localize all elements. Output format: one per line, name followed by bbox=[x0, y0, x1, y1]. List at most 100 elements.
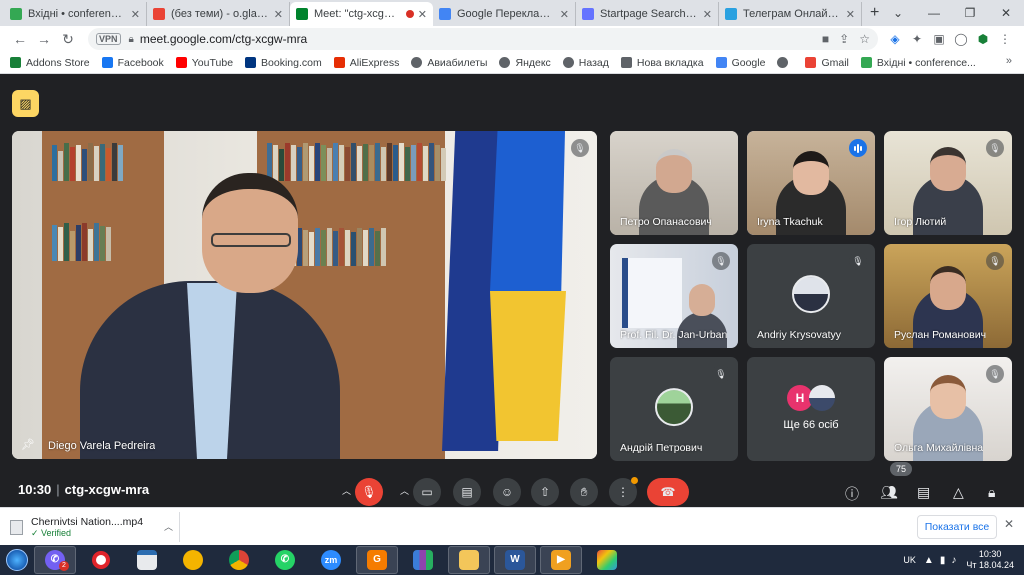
bookmark-inbox-conference[interactable]: Вхідні • conference... bbox=[860, 57, 976, 69]
close-icon[interactable]: ✕ bbox=[1004, 517, 1014, 531]
camera-icon[interactable]: ■ bbox=[822, 32, 829, 46]
bookmark-google[interactable]: Google bbox=[715, 57, 765, 69]
download-item[interactable]: Chernivtsi Nation....mp4 ✓ Verified ︿ bbox=[10, 512, 180, 542]
chat-icon[interactable]: ▤ bbox=[917, 484, 930, 501]
tab-meet[interactable]: Meet: "ctg-xcgw-m ✕ bbox=[290, 2, 433, 26]
clock[interactable]: 10:30 Чт 18.04.24 bbox=[966, 549, 1014, 571]
meeting-details-icon[interactable]: ⓘ bbox=[845, 484, 859, 504]
menu-kebab-icon[interactable]: ⋮ bbox=[994, 32, 1016, 46]
taskbar-browser[interactable] bbox=[172, 546, 214, 574]
gmail-icon bbox=[153, 8, 165, 20]
taskbar-winrar[interactable] bbox=[402, 546, 444, 574]
close-window-button[interactable]: ✕ bbox=[988, 6, 1024, 20]
adblock-icon[interactable]: ⬢ bbox=[972, 32, 994, 46]
bookmark-gmail[interactable]: Gmail bbox=[805, 57, 849, 69]
back-icon[interactable]: ← bbox=[8, 31, 32, 47]
tab-gmail-draft[interactable]: (без теми) - o.gladchuk ✕ bbox=[147, 2, 290, 26]
sidepanel-icon[interactable]: ▣ bbox=[928, 32, 950, 46]
taskbar-word[interactable]: W bbox=[494, 546, 536, 574]
taskbar-file-explorer[interactable] bbox=[448, 546, 490, 574]
bookmark-aviabilety[interactable]: Авиабилеты bbox=[411, 57, 487, 69]
extensions-puzzle-icon[interactable]: ✦ bbox=[906, 32, 928, 46]
participant-tile[interactable]: Ольга Михайлівна 🎙︎ bbox=[884, 357, 1012, 461]
tab-gmail-inbox[interactable]: Вхідні • conference_find ✕ bbox=[4, 2, 147, 26]
captions-button[interactable]: ▤ bbox=[453, 478, 481, 506]
leave-call-button[interactable]: ☎︎ bbox=[647, 478, 689, 506]
participant-tile[interactable]: Андрій Петрович 🎙︎ bbox=[610, 357, 738, 461]
forward-icon[interactable]: → bbox=[32, 31, 56, 47]
profile-icon[interactable]: ◯ bbox=[950, 32, 972, 46]
bookmark-globe[interactable] bbox=[777, 57, 793, 68]
bookmark-aliexpress[interactable]: AliExpress bbox=[333, 57, 399, 69]
more-participants-tile[interactable]: Н Ще 66 осіб bbox=[747, 357, 875, 461]
bookmark-addons[interactable]: Addons Store bbox=[10, 57, 90, 69]
vpn-badge[interactable]: VPN bbox=[96, 33, 121, 45]
maximize-button[interactable]: ❐ bbox=[952, 6, 988, 20]
close-icon[interactable]: ✕ bbox=[274, 8, 283, 21]
taskbar-foxit-pdf[interactable]: G bbox=[356, 546, 398, 574]
taskbar-chrome[interactable] bbox=[218, 546, 260, 574]
volume-icon[interactable]: ♪ bbox=[951, 555, 956, 566]
globe-icon bbox=[777, 57, 789, 68]
host-controls-icon[interactable]: 🔒︎ bbox=[988, 484, 995, 501]
emoji-reaction-button[interactable]: ☺ bbox=[493, 478, 521, 506]
extension-shield-icon[interactable]: ◈ bbox=[884, 32, 906, 46]
address-url[interactable]: meet.google.com/ctg-xcgw-mra bbox=[140, 32, 822, 46]
taskbar-paint[interactable] bbox=[586, 546, 628, 574]
close-icon[interactable]: ✕ bbox=[131, 8, 140, 21]
camera-options-chevron-icon[interactable]: ︿ bbox=[400, 484, 409, 497]
participant-tile-speaking[interactable]: Iryna Tkachuk bbox=[747, 131, 875, 235]
activities-icon[interactable]: △ bbox=[953, 484, 964, 501]
google-icon bbox=[805, 57, 817, 68]
raise-hand-button[interactable]: ✋︎ bbox=[570, 478, 598, 506]
main-video-tile[interactable]: 📌︎ Diego Varela Pedreira 🎙︎ bbox=[12, 131, 597, 459]
bookmark-youtube[interactable]: YouTube bbox=[175, 57, 233, 69]
bookmark-facebook[interactable]: Facebook bbox=[101, 57, 164, 69]
minimize-button[interactable]: — bbox=[916, 6, 952, 20]
tab-search-icon[interactable]: ⌄ bbox=[880, 6, 916, 20]
tray-arrow-icon[interactable]: ▲ bbox=[924, 555, 934, 566]
close-icon[interactable]: ✕ bbox=[703, 8, 712, 21]
address-bar[interactable]: VPN 🔒︎ meet.google.com/ctg-xcgw-mra ■ ⇪ … bbox=[88, 28, 878, 50]
bookmarks-overflow-icon[interactable]: » bbox=[1006, 55, 1012, 67]
lock-icon[interactable]: 🔒︎ bbox=[129, 34, 134, 45]
bookmark-yandex[interactable]: Яндекс bbox=[499, 57, 551, 69]
tab-translate[interactable]: Google Перекладач ✕ bbox=[433, 2, 576, 26]
taskbar-explorer-window[interactable] bbox=[126, 546, 168, 574]
captions-off-icon[interactable]: ▨ bbox=[12, 90, 39, 117]
taskbar-media-player[interactable]: ▶ bbox=[540, 546, 582, 574]
chevron-up-icon[interactable]: ︿ bbox=[164, 520, 173, 533]
pin-icon[interactable]: 📌︎ bbox=[21, 438, 35, 451]
participant-tile[interactable]: Andriy Krysovatyy 🎙︎ bbox=[747, 244, 875, 348]
participant-tile[interactable]: Петро Опанасович bbox=[610, 131, 738, 235]
share-icon[interactable]: ⇪ bbox=[839, 32, 849, 46]
tab-startpage[interactable]: Startpage Search Results ✕ bbox=[576, 2, 719, 26]
mic-options-chevron-icon[interactable]: ︿ bbox=[342, 484, 351, 497]
language-indicator[interactable]: UK bbox=[903, 555, 916, 565]
close-icon[interactable]: ✕ bbox=[560, 8, 569, 21]
taskbar-whatsapp[interactable]: ✆ bbox=[264, 546, 306, 574]
taskbar-zoom[interactable]: zm bbox=[310, 546, 352, 574]
close-icon[interactable]: ✕ bbox=[418, 8, 427, 21]
more-options-button[interactable]: ⋮ bbox=[609, 477, 638, 506]
people-icon[interactable]: 👥︎ bbox=[880, 484, 898, 501]
reload-icon[interactable]: ↻ bbox=[56, 31, 80, 48]
taskbar-opera[interactable] bbox=[80, 546, 122, 574]
participant-tile[interactable]: Ігор Лютий 🎙︎ bbox=[884, 131, 1012, 235]
taskbar-viber[interactable]: ✆ 2 bbox=[34, 546, 76, 574]
start-button[interactable] bbox=[0, 545, 34, 575]
close-icon[interactable]: ✕ bbox=[846, 8, 855, 21]
browser-toolbar: ← → ↻ VPN 🔒︎ meet.google.com/ctg-xcgw-mr… bbox=[0, 26, 1024, 52]
participant-tile[interactable]: Prof. Fil. Dr. Jan-Urban 🎙︎ bbox=[610, 244, 738, 348]
show-all-button[interactable]: Показати все bbox=[917, 515, 997, 539]
participant-tile[interactable]: Руслан Романович 🎙︎ bbox=[884, 244, 1012, 348]
tab-telegram[interactable]: Телеграм Онлайн (нео ✕ bbox=[719, 2, 862, 26]
bookmark-new-tab[interactable]: Нова вкладка bbox=[620, 57, 704, 69]
camera-toggle-button[interactable]: ▭ bbox=[413, 478, 441, 506]
network-icon[interactable]: ▮ bbox=[940, 555, 946, 566]
present-screen-button[interactable]: ⇧ bbox=[531, 478, 559, 506]
mic-toggle-button[interactable]: 🎙︎ bbox=[355, 478, 383, 506]
bookmark-star-icon[interactable]: ☆ bbox=[859, 32, 870, 46]
bookmark-booking[interactable]: Booking.com bbox=[245, 57, 322, 69]
bookmark-nazad[interactable]: Назад bbox=[562, 57, 609, 69]
